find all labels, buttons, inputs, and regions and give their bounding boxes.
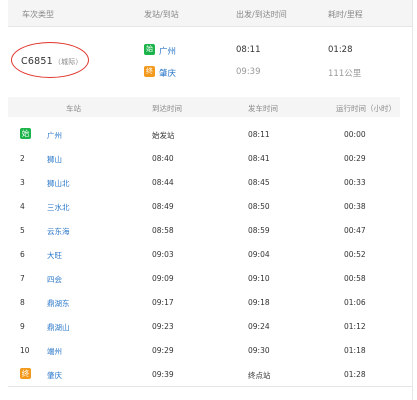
elapsed-cell: 00:58 <box>344 274 366 283</box>
elapsed-cell: 01:06 <box>344 298 366 307</box>
col-station: 车站 <box>66 104 81 113</box>
station-link[interactable]: 大旺 <box>47 250 62 261</box>
arrive-cell: 09:03 <box>152 250 174 259</box>
start-badge-icon: 始 <box>144 44 155 55</box>
train-code: C6851（城际） <box>21 56 83 67</box>
table-row: 6 大旺 09:03 09:04 00:52 <box>8 242 400 266</box>
elapsed-cell: 00:47 <box>344 226 366 235</box>
table-row: 终 肇庆 09:39 终点站 01:28 <box>8 362 400 386</box>
arrive-cell: 09:09 <box>152 274 174 283</box>
station-link[interactable]: 鼎湖山 <box>47 322 70 333</box>
arrive-cell: 始发站 <box>152 131 175 140</box>
elapsed-cell: 00:33 <box>344 178 366 187</box>
station-link[interactable]: 广州 <box>47 130 62 141</box>
depart-cell: 09:24 <box>248 322 270 331</box>
depart-cell: 08:50 <box>248 202 270 211</box>
station-link[interactable]: 狮山 <box>47 154 62 165</box>
depart-cell: 终点站 <box>248 371 271 380</box>
arrive-cell: 08:58 <box>152 226 174 235</box>
stop-number: 10 <box>20 346 30 355</box>
depart-cell: 09:30 <box>248 346 270 355</box>
elapsed-cell: 01:28 <box>344 370 366 379</box>
station-link[interactable]: 云东海 <box>47 226 70 237</box>
duration-value: 01:28 <box>328 45 353 55</box>
end-badge-icon: 终 <box>144 66 155 77</box>
from-station-link[interactable]: 广州 <box>159 45 176 57</box>
depart-cell: 09:18 <box>248 298 270 307</box>
elapsed-cell: 00:52 <box>344 250 366 259</box>
station-link[interactable]: 肇庆 <box>47 370 62 381</box>
arrive-cell: 08:49 <box>152 202 174 211</box>
table-row: 3 狮山北 08:44 08:45 00:33 <box>8 170 400 194</box>
end-badge-icon: 终 <box>20 368 31 379</box>
elapsed-cell: 01:18 <box>344 346 366 355</box>
header-duration-distance: 耗时/里程 <box>328 10 363 19</box>
depart-cell: 08:59 <box>248 226 270 235</box>
train-number: C6851 <box>21 56 53 67</box>
train-type: （城际） <box>53 58 83 66</box>
header-times: 出发/到达时间 <box>236 10 287 19</box>
arrive-cell: 09:17 <box>152 298 174 307</box>
summary-header: 车次类型 发站/到站 出发/到达时间 耗时/里程 <box>8 0 412 27</box>
arrive-cell: 09:39 <box>152 370 174 379</box>
stop-number: 3 <box>20 178 25 187</box>
panel-bottom-border <box>8 386 412 387</box>
station-link[interactable]: 狮山北 <box>47 178 70 189</box>
stop-number: 9 <box>20 322 25 331</box>
header-train-type: 车次类型 <box>22 10 54 19</box>
distance-value: 111公里 <box>328 69 362 79</box>
depart-time: 08:11 <box>236 45 261 55</box>
arrive-time: 09:39 <box>236 67 261 77</box>
depart-cell: 08:45 <box>248 178 270 187</box>
arrive-cell: 08:44 <box>152 178 174 187</box>
arrive-cell: 08:40 <box>152 154 174 163</box>
stop-number: 2 <box>20 154 25 163</box>
table-row: 始 广州 始发站 08:11 00:00 <box>8 122 400 146</box>
table-row: 8 鼎湖东 09:17 09:18 01:06 <box>8 290 400 314</box>
depart-cell: 08:41 <box>248 154 270 163</box>
depart-cell: 09:10 <box>248 274 270 283</box>
depart-cell: 09:04 <box>248 250 270 259</box>
table-row: 4 三水北 08:49 08:50 00:38 <box>8 194 400 218</box>
table-row: 10 端州 09:29 09:30 01:18 <box>8 338 400 362</box>
arrive-cell: 09:23 <box>152 322 174 331</box>
col-elapsed: 运行时间（小时） <box>336 104 396 113</box>
stop-number: 8 <box>20 298 25 307</box>
stop-number: 7 <box>20 274 25 283</box>
to-station-link[interactable]: 肇庆 <box>159 67 176 79</box>
panel-right-border <box>412 0 413 400</box>
elapsed-cell: 00:29 <box>344 154 366 163</box>
station-link[interactable]: 三水北 <box>47 202 70 213</box>
stops-table-header: 车站 到达时间 发车时间 运行时间（小时） <box>8 97 400 117</box>
header-stations: 发站/到站 <box>144 10 179 19</box>
table-row: 7 四会 09:09 09:10 00:58 <box>8 266 400 290</box>
arrive-cell: 09:29 <box>152 346 174 355</box>
elapsed-cell: 00:38 <box>344 202 366 211</box>
col-depart: 发车时间 <box>248 104 278 113</box>
stop-number: 4 <box>20 202 25 211</box>
station-link[interactable]: 鼎湖东 <box>47 298 70 309</box>
table-row: 5 云东海 08:58 08:59 00:47 <box>8 218 400 242</box>
station-link[interactable]: 四会 <box>47 274 62 285</box>
table-row: 9 鼎湖山 09:23 09:24 01:12 <box>8 314 400 338</box>
col-arrive: 到达时间 <box>152 104 182 113</box>
depart-cell: 08:11 <box>248 130 270 139</box>
table-row: 2 狮山 08:40 08:41 00:29 <box>8 146 400 170</box>
stop-number: 6 <box>20 250 25 259</box>
start-badge-icon: 始 <box>20 128 31 139</box>
station-link[interactable]: 端州 <box>47 346 62 357</box>
elapsed-cell: 01:12 <box>344 322 366 331</box>
elapsed-cell: 00:00 <box>344 130 366 139</box>
stop-number: 5 <box>20 226 25 235</box>
